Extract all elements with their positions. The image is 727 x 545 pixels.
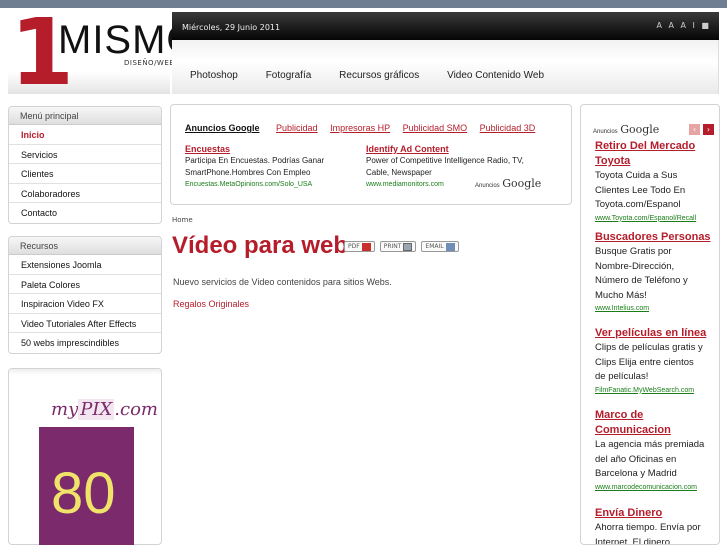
right-ad-buscadores[interactable]: Buscadores Personas Busque Gratis por No…	[595, 230, 717, 314]
right-ad-line: Internet. El dinero	[595, 536, 670, 545]
right-ad-marco[interactable]: Marco de Comunicacion La agencia más pre…	[595, 408, 717, 493]
right-ad-line: de películas!	[595, 371, 649, 382]
printer-icon	[403, 242, 413, 251]
right-ad-line: Ahorra tiempo. Envía por	[595, 522, 701, 533]
right-ad-line: Clientes Lee Todo En	[595, 184, 686, 196]
nav-video-contenido-web[interactable]: Video Contenido Web	[447, 70, 544, 81]
right-ad-url[interactable]: www.Toyota.com/Espanol/Recall	[595, 213, 717, 224]
ad-encuestas-url[interactable]: Encuestas.MetaOpinions.com/Solo_USA	[185, 179, 355, 191]
ad-link-3d[interactable]: Publicidad 3D	[480, 123, 536, 133]
mypix-logo: my PIX .com	[51, 399, 159, 420]
current-date: Miércoles, 29 Junio 2011	[182, 23, 281, 32]
article-intro: Nuevo servicios de Video contenidos para…	[173, 277, 392, 287]
right-ad-url[interactable]: FilmFanatic.MyWebSearch.com	[595, 385, 717, 396]
recursos-item-50-webs[interactable]: 50 webs imprescindibles	[9, 333, 161, 353]
right-ad-title[interactable]: Retiro Del Mercado	[595, 139, 717, 154]
regalos-link[interactable]: Regalos Originales	[173, 299, 249, 309]
menu-item-contacto[interactable]: Contacto	[9, 203, 161, 223]
page-title: Vídeo para web	[172, 232, 349, 259]
right-ad-line: Mucho Más!	[595, 289, 647, 301]
right-ad-line: Busque Gratis por	[595, 246, 672, 257]
recursos-title: Recursos	[9, 237, 161, 255]
right-ad-column: Anuncios Google ‹ › Retiro Del Mercado T…	[580, 104, 720, 545]
print-button[interactable]: PRINT	[379, 241, 417, 252]
recursos-item-paleta[interactable]: Paleta Colores	[9, 275, 161, 294]
right-ad-line: Toyota Cuida a Sus	[595, 170, 678, 181]
right-ad-line: del año Oficinas en	[595, 453, 677, 465]
window-top-strip	[0, 0, 727, 8]
top-nav: Photoshop Fotografía Recursos gráficos V…	[172, 40, 719, 94]
right-ad-title[interactable]: Envía Dinero	[595, 506, 717, 521]
ad-link-smo[interactable]: Publicidad SMO	[403, 123, 468, 133]
right-ad-url[interactable]: www.marcodecomunicacion.com	[595, 482, 717, 493]
menu-principal: Menú principal Inicio Servicios Clientes…	[8, 106, 162, 224]
ads-google-label[interactable]: Anuncios Google	[185, 123, 260, 133]
right-ad-line: Clips de películas gratis y	[595, 342, 703, 353]
right-ad-line: Barcelona y Madrid	[595, 468, 677, 479]
site-logo[interactable]: 1 MISMO DISEÑO/WEB	[8, 7, 198, 99]
right-ad-title[interactable]: Marco de	[595, 408, 717, 423]
logo-subtitle: DISEÑO/WEB	[124, 59, 175, 67]
site-header: Miércoles, 29 Junio 2011 A A A I ■ Photo…	[172, 12, 719, 94]
left-banner-ad[interactable]: my PIX .com 80	[8, 368, 162, 545]
next-arrow-icon[interactable]: ›	[703, 124, 714, 135]
google-ad-block: Anuncios Google Publicidad Impresoras HP…	[170, 104, 572, 205]
ad-encuestas[interactable]: Encuestas Participa En Encuestas. Podría…	[185, 143, 355, 191]
right-ad-line: Clips Elija entre cientos	[595, 356, 694, 368]
right-ad-title[interactable]: Buscadores Personas	[595, 230, 717, 245]
breadcrumb[interactable]: Home	[172, 216, 193, 224]
right-ad-line: Toyota.com/Espanol	[595, 199, 681, 210]
menu-principal-title: Menú principal	[9, 107, 161, 125]
ad-link-publicidad[interactable]: Publicidad	[276, 123, 318, 133]
menu-item-colaboradores[interactable]: Colaboradores	[9, 184, 161, 203]
ads-by-google-right[interactable]: Anuncios Google	[593, 123, 659, 136]
recursos-item-inspiracion[interactable]: Inspiracion Video FX	[9, 294, 161, 314]
right-ad-line: La agencia más premiada	[595, 439, 705, 450]
ad-identify-line: Power of Competitive Intelligence Radio,…	[366, 156, 524, 165]
right-ad-envia-dinero[interactable]: Envía Dinero Ahorra tiempo. Envía por In…	[595, 506, 717, 545]
menu-item-clientes[interactable]: Clientes	[9, 164, 161, 184]
left-ad-header	[9, 369, 161, 375]
nav-fotografia[interactable]: Fotografía	[266, 70, 312, 81]
left-ad-number: 80	[51, 461, 116, 526]
right-ad-url[interactable]: www.Intelius.com	[595, 303, 717, 314]
ad-link-row: Anuncios Google Publicidad Impresoras HP…	[185, 123, 545, 133]
font-size-controls[interactable]: A A A I ■	[656, 21, 711, 30]
envelope-icon	[445, 242, 455, 251]
recursos-item-tutoriales[interactable]: Video Tutoriales After Effects	[9, 314, 161, 333]
date-bar: Miércoles, 29 Junio 2011 A A A I ■	[172, 12, 719, 40]
recursos-item-extensiones[interactable]: Extensiones Joomla	[9, 255, 161, 275]
pdf-button[interactable]: PDF	[344, 241, 375, 252]
nav-recursos-graficos[interactable]: Recursos gráficos	[339, 70, 419, 81]
nav-photoshop[interactable]: Photoshop	[190, 70, 238, 81]
right-ad-title[interactable]: Comunicacion	[595, 423, 717, 438]
left-ad-panel: 80	[39, 427, 134, 545]
right-ad-title[interactable]: Toyota	[595, 154, 717, 169]
ad-encuestas-line: Participa En Encuestas. Podrías Ganar	[185, 156, 325, 165]
ad-link-impresoras[interactable]: Impresoras HP	[330, 123, 390, 133]
menu-item-inicio[interactable]: Inicio	[9, 125, 161, 145]
right-ad-peliculas[interactable]: Ver películas en línea Clips de película…	[595, 326, 717, 396]
article-tools: PDF PRINT EMAIL	[344, 241, 459, 252]
prev-arrow-icon[interactable]: ‹	[689, 124, 700, 135]
ad-pager: ‹ ›	[689, 124, 714, 135]
ad-encuestas-line: SmartPhone.Hombres Con Empleo	[185, 168, 311, 177]
right-ad-toyota[interactable]: Retiro Del Mercado Toyota Toyota Cuida a…	[595, 139, 717, 224]
ad-encuestas-title[interactable]: Encuestas	[185, 143, 355, 155]
right-ad-line: Número de Teléfono y	[595, 275, 688, 286]
recursos-menu: Recursos Extensiones Joomla Paleta Color…	[8, 236, 162, 354]
email-button[interactable]: EMAIL	[421, 241, 459, 252]
pdf-icon	[361, 242, 371, 251]
ad-identify-title[interactable]: Identify Ad Content	[366, 143, 536, 155]
right-ad-title[interactable]: Ver películas en línea	[595, 326, 717, 341]
menu-item-servicios[interactable]: Servicios	[9, 145, 161, 164]
ads-by-google-mid[interactable]: Anuncios Google	[475, 177, 541, 190]
right-ad-line: Nombre-Dirección,	[595, 260, 675, 272]
